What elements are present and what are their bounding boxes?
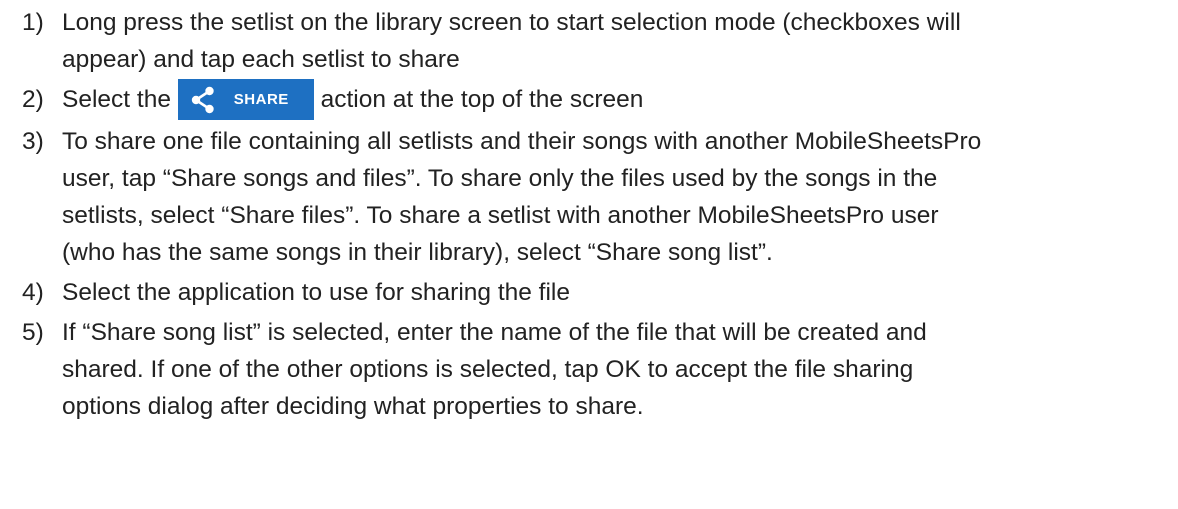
instruction-list: 1) Long press the setlist on the library…: [22, 4, 1172, 425]
step-text-line: If “Share song list” is selected, enter …: [62, 319, 927, 346]
step-text-line: Select the application to use for sharin…: [62, 279, 571, 306]
step-1: 1) Long press the setlist on the library…: [22, 4, 1172, 78]
step-text-line: user, tap “Share songs and files”. To sh…: [62, 165, 938, 192]
step-5: 5) If “Share song list” is selected, ent…: [22, 314, 1172, 425]
share-button-label: SHARE: [233, 91, 289, 108]
step-text-line: (who has the same songs in their library…: [62, 239, 773, 266]
step-4: 4) Select the application to use for sha…: [22, 274, 1172, 311]
step-number: 1): [22, 9, 44, 36]
step-text-line: setlists, select “Share files”. To share…: [62, 202, 939, 229]
step-text: Select the: [62, 86, 171, 113]
step-3: 3) To share one file containing all setl…: [22, 123, 1172, 271]
share-button: SHARE: [177, 79, 314, 120]
step-text-line: To share one file containing all setlist…: [62, 128, 982, 155]
step-text: action at the top of the screen: [320, 86, 644, 113]
step-number: 4): [22, 279, 44, 306]
step-number: 3): [22, 128, 44, 155]
step-text-line: options dialog after deciding what prope…: [62, 393, 644, 420]
step-number: 2): [22, 86, 44, 113]
step-text-line: appear) and tap each setlist to share: [62, 46, 460, 73]
step-number: 5): [22, 319, 44, 346]
step-2: 2) Select the SHARE action at the top of…: [22, 79, 1172, 120]
step-text-line: shared. If one of the other options is s…: [62, 356, 914, 383]
share-icon: [191, 86, 214, 113]
step-text-line: Long press the setlist on the library sc…: [62, 9, 961, 36]
